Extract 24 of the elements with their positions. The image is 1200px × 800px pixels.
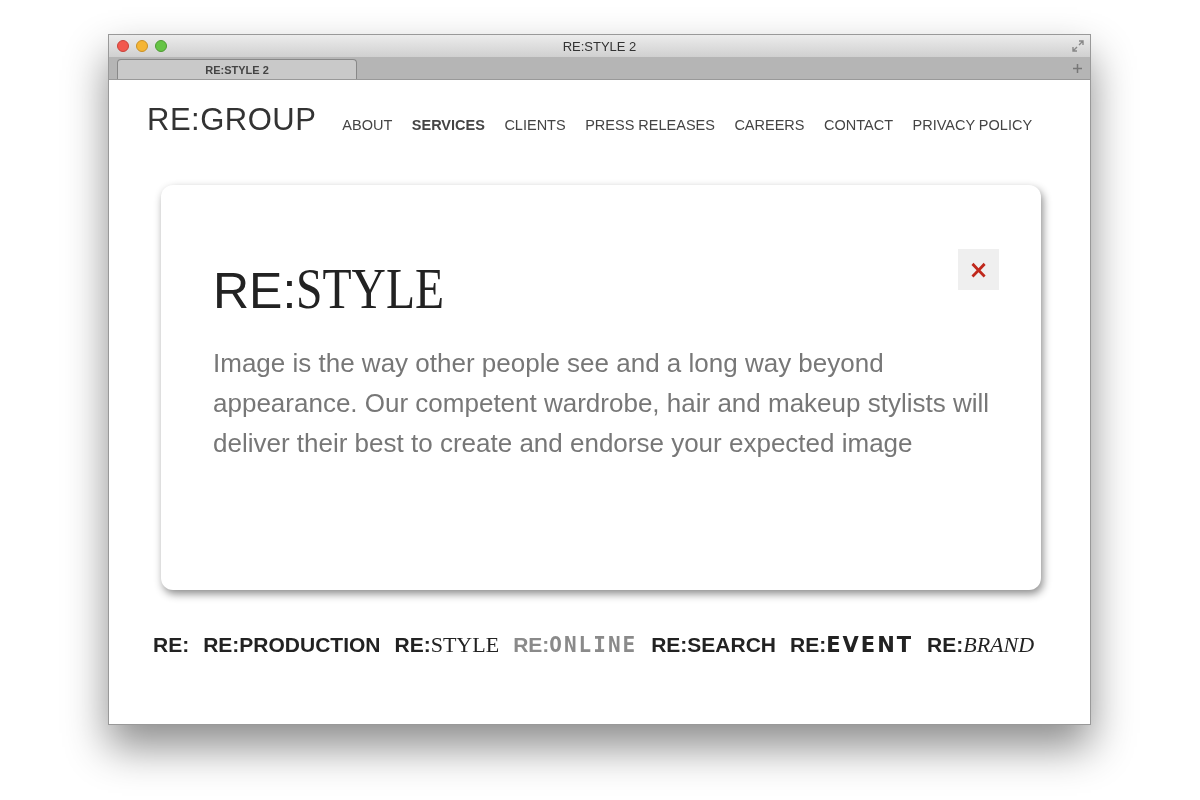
card-text: Image is the way other people see and a long way beyond appearance. Our competent wardrobe, hair and makeup stylists will deliver their best to create and endorse your expected image xyxy=(213,347,991,460)
brand-link[interactable]: RE:STYLE xyxy=(394,632,500,658)
brand-link[interactable]: RE:PRODUCTION xyxy=(203,633,381,657)
nav-link[interactable]: SERVICES xyxy=(411,117,485,133)
nav-link[interactable]: ABOUT xyxy=(342,117,393,133)
brand-link[interactable]: RE:BRAND xyxy=(927,632,1035,658)
nav-link[interactable]: CAREERS xyxy=(734,117,805,133)
nav-link[interactable]: PRESS RELEASES xyxy=(585,117,715,133)
close-icon[interactable] xyxy=(117,40,129,52)
plus-icon[interactable] xyxy=(1073,64,1082,73)
close-button[interactable]: × xyxy=(958,249,999,290)
brand-link[interactable]: RE:SEARCH xyxy=(651,633,777,657)
nav-link[interactable]: CLIENTS xyxy=(504,117,566,133)
nav-link[interactable]: CONTACT xyxy=(824,117,893,133)
window-title: RE:STYLE 2 xyxy=(561,38,638,54)
fullscreen-icon[interactable] xyxy=(1072,40,1084,52)
brand-link[interactable]: RE: xyxy=(153,633,190,657)
logo[interactable]: RE:GROUP xyxy=(147,102,317,138)
minimize-icon[interactable] xyxy=(136,40,148,52)
nav-link[interactable]: PRIVACY POLICY xyxy=(912,117,1033,133)
card-title: RE:STYLE xyxy=(213,261,446,317)
browser-tab[interactable]: RE:STYLE 2 xyxy=(117,59,357,79)
zoom-icon[interactable] xyxy=(155,40,167,52)
brand-link[interactable]: RE:EVENT xyxy=(790,633,914,657)
